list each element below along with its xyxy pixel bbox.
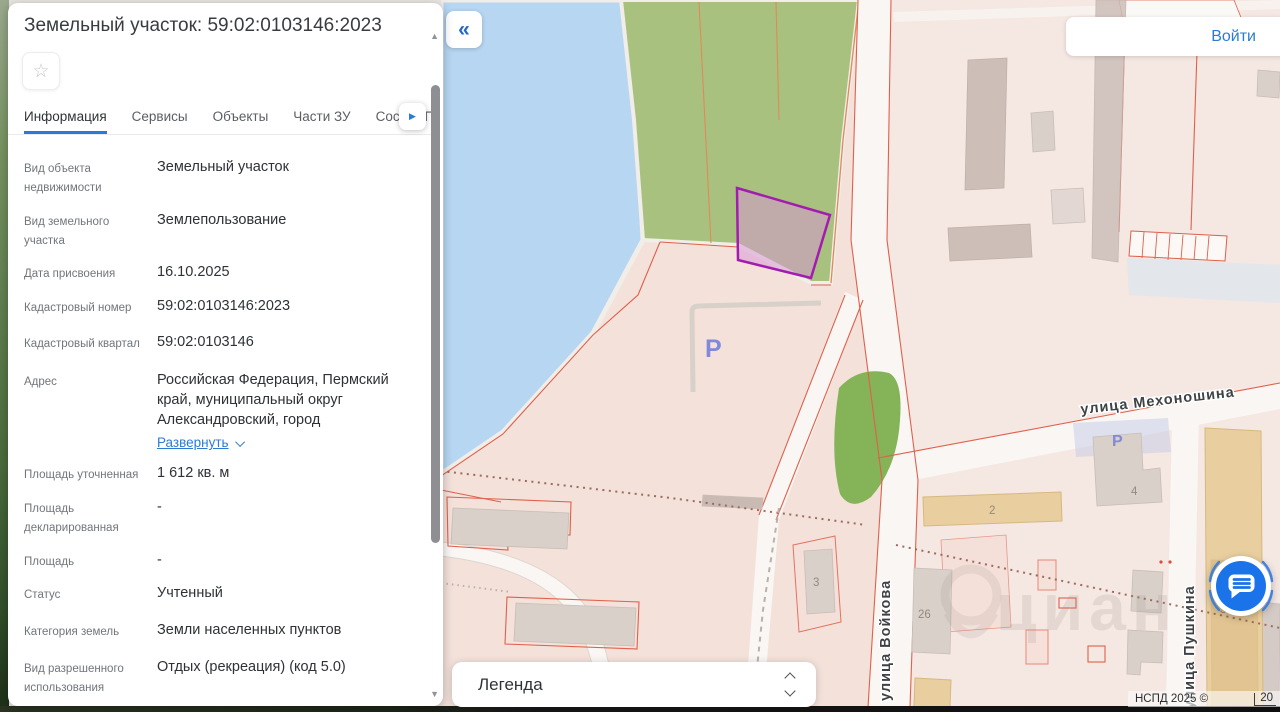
expand-address-link[interactable]: Развернуть: [157, 433, 229, 453]
field-label: Статус: [24, 583, 149, 605]
field-value: 16.10.2025: [157, 262, 417, 284]
street-label-pushkina: улица Пушкина: [1182, 585, 1198, 707]
field-label: Площадь уточненная: [24, 463, 149, 485]
tab-servisy[interactable]: Сервисы: [132, 109, 188, 134]
field-label: Вид разрешенного использования: [24, 657, 149, 698]
garage-row: [1129, 231, 1227, 261]
field-row-address: Адрес Российская Федерация, Пермский кра…: [24, 370, 428, 453]
scale-bar: 20: [1254, 693, 1276, 706]
arrow-right-icon: ▶: [409, 111, 416, 122]
field-label: Адрес: [24, 370, 149, 453]
chevron-down-icon: [784, 685, 795, 696]
field-row: Площадь уточненная 1 612 кв. м: [24, 463, 428, 485]
field-row: Кадастровый номер 59:02:0103146:2023: [24, 296, 428, 318]
field-label: Категория земель: [24, 620, 149, 642]
red-dot: [1168, 560, 1171, 563]
tab-bar: Информация Сервисы Объекты Части ЗУ Сост…: [8, 100, 432, 135]
field-label: Кадастровый номер: [24, 296, 149, 318]
scroll-up-icon[interactable]: ▲: [430, 31, 439, 41]
parking-icon: P: [705, 335, 722, 363]
field-value: Землепользование: [157, 210, 417, 251]
legend-toggle-icon[interactable]: [786, 674, 794, 695]
field-label: Площадь декларированная: [24, 497, 149, 538]
field-row: Вид разрешенного использования Отдых (ре…: [24, 657, 428, 698]
tab-informatsiya[interactable]: Информация: [24, 109, 107, 134]
parking-icon: P: [1112, 433, 1123, 450]
page-title: Земельный участок: 59:02:0103146:2023: [24, 15, 424, 37]
legend-bar[interactable]: Легенда: [452, 662, 816, 707]
favorite-button[interactable]: ☆: [22, 52, 60, 90]
field-value: Земельный участок: [157, 157, 417, 198]
address-text: Российская Федерация, Пермский край, мун…: [157, 372, 389, 428]
login-button[interactable]: Войти: [1066, 17, 1280, 56]
field-row: Статус Учтенный: [24, 583, 428, 605]
field-value: Отдых (рекреация) (код 5.0): [157, 657, 417, 698]
object-info-panel: Земельный участок: 59:02:0103146:2023 ☆ …: [8, 3, 443, 706]
legend-label: Легенда: [478, 675, 786, 695]
field-value: 59:02:0103146:2023: [157, 296, 417, 318]
login-label: Войти: [1211, 28, 1256, 46]
field-row: Вид объекта недвижимости Земельный участ…: [24, 157, 428, 198]
panel-scrollbar[interactable]: [431, 85, 440, 543]
chevron-up-icon: [784, 672, 795, 683]
building-number: 2: [989, 505, 995, 517]
chat-button[interactable]: [1206, 551, 1276, 621]
field-value: -: [157, 497, 417, 538]
building-number: 26: [918, 609, 931, 621]
tab-obekty[interactable]: Объекты: [213, 109, 269, 134]
field-row: Дата присвоения 16.10.2025: [24, 262, 428, 284]
field-row: Площадь декларированная -: [24, 497, 428, 538]
building-number: 4: [1131, 486, 1138, 498]
street-label-voykova: улица Войкова: [878, 580, 894, 701]
svg-text:циан: циан: [996, 570, 1178, 644]
field-row: Категория земель Земли населенных пункто…: [24, 620, 428, 642]
star-icon: ☆: [32, 60, 49, 83]
red-dot: [1159, 560, 1162, 563]
attribution-text: НСПД 2025 ©: [1135, 693, 1208, 705]
chat-bubble-icon: [1206, 551, 1276, 621]
building-number: 3: [813, 577, 819, 589]
collapse-icon: «: [458, 18, 470, 42]
field-value: -: [157, 550, 417, 572]
map[interactable]: циан P P 2 3 4 26 30 улица Мехоношина ул…: [441, 0, 1280, 707]
field-row: Кадастровый квартал 59:02:0103146: [24, 332, 428, 354]
field-value: Учтенный: [157, 583, 417, 605]
tabs-scroll-right-button[interactable]: ▶: [399, 103, 426, 130]
map-attribution: НСПД 2025 © 20: [1128, 691, 1280, 707]
field-label: Вид земельного участка: [24, 210, 149, 251]
collapse-panel-button[interactable]: «: [446, 11, 482, 48]
field-row: Вид земельного участка Землепользование: [24, 210, 428, 251]
field-value: Российская Федерация, Пермский край, мун…: [157, 370, 417, 453]
field-value: 59:02:0103146: [157, 332, 417, 354]
map-canvas: циан P P 2 3 4 26 30 улица Мехоношина ул…: [441, 0, 1280, 707]
field-label: Вид объекта недвижимости: [24, 157, 149, 198]
field-label: Кадастровый квартал: [24, 332, 149, 354]
scroll-down-icon[interactable]: ▼: [430, 689, 439, 699]
field-label: Дата присвоения: [24, 262, 149, 284]
chevron-down-icon: [235, 437, 245, 447]
field-label: Площадь: [24, 550, 149, 572]
field-value: 1 612 кв. м: [157, 463, 417, 485]
field-row: Площадь -: [24, 550, 428, 572]
field-value: Земли населенных пунктов: [157, 620, 417, 642]
tab-chasti-zu[interactable]: Части ЗУ: [293, 109, 350, 134]
